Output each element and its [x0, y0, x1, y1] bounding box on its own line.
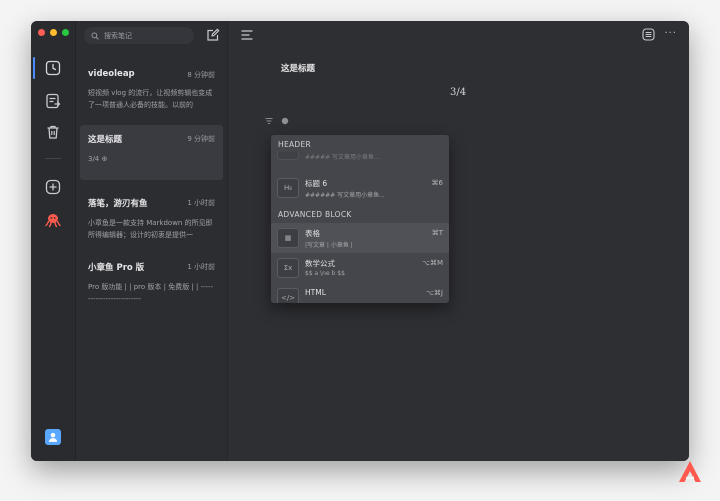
search-placeholder: 搜索笔记	[104, 31, 132, 40]
compose-icon[interactable]	[206, 28, 220, 42]
note-item-selected[interactable]: 这是标题 9 分钟前 3/4 ⊕	[80, 125, 223, 180]
heading-6-icon: H₆	[277, 178, 299, 198]
note-time: 9 分钟前	[187, 135, 215, 143]
note-preview: 小章鱼是一款支持 Markdown 的所见即所得编辑器；设计的初衷是提供一	[88, 219, 213, 239]
menu-item-desc: ###### 写文章用小章鱼...	[305, 192, 385, 199]
export-notes-button[interactable]	[43, 91, 63, 111]
trash-button[interactable]	[43, 122, 63, 142]
menu-item-shortcut: ⌘6	[431, 179, 443, 187]
close-window-button[interactable]	[38, 29, 45, 36]
block-insert-menu: HEADER H₅ 标题 5 ##### 写文章用小章鱼... ⌘5 H₆ 标题…	[271, 135, 449, 303]
menu-item-label: 标题 6	[305, 179, 328, 188]
menu-item-table[interactable]: ▦ 表格 |写文章 | 小章鱼 | ⌘T	[271, 223, 449, 253]
menu-item-math[interactable]: Σx 数学公式 $$ a \ne b $$ ⌥⌘M	[271, 253, 449, 283]
outline-icon[interactable]	[642, 28, 655, 41]
note-item[interactable]: 落笔，游刃有鱼 1 小时前 小章鱼是一款支持 Markdown 的所见即所得编辑…	[80, 189, 223, 247]
note-list-panel: 搜索笔记 videoleap 8 分钟前 短视频 vlog 的流行，让视频剪辑也…	[76, 21, 228, 461]
document-title[interactable]: 这是标题	[281, 62, 315, 74]
search-input[interactable]: 搜索笔记	[84, 27, 194, 44]
menu-item-heading-6[interactable]: H₆ 标题 6 ###### 写文章用小章鱼... ⌘6	[271, 173, 449, 203]
code-icon: </>	[277, 288, 299, 303]
search-icon	[91, 32, 99, 40]
block-cursor-tools	[265, 117, 289, 125]
menu-item-desc: |写文章 | 小章鱼 |	[305, 242, 353, 249]
sigma-icon: Σx	[277, 258, 299, 278]
recent-notes-button[interactable]	[43, 58, 63, 78]
add-circle-icon[interactable]	[281, 117, 289, 125]
note-item[interactable]: 小章鱼 Pro 版 1 小时前 Pro 版功能 | | pro 版本 | 免费版…	[80, 253, 223, 311]
note-preview: 3/4 ⊕	[88, 155, 108, 163]
menu-item-shortcut: ⌘T	[431, 229, 443, 237]
note-preview: Pro 版功能 | | pro 版本 | 免费版 | | -----------…	[88, 283, 214, 303]
menu-item-label: 表格	[305, 229, 320, 238]
note-time: 1 小时前	[187, 199, 215, 207]
note-export-icon	[46, 93, 61, 109]
clock-icon	[45, 60, 61, 76]
editor-panel: ··· 这是标题 3/4 HEADER H₅ 标题 5 ##### 写文章用小章…	[229, 21, 689, 461]
rail-divider	[45, 158, 61, 159]
icon-rail	[31, 21, 76, 461]
math-formula[interactable]: 3/4	[450, 87, 466, 98]
note-time: 1 小时前	[187, 263, 215, 271]
app-window: 搜索笔记 videoleap 8 分钟前 短视频 vlog 的流行，让视频剪辑也…	[31, 21, 689, 461]
note-item[interactable]: videoleap 8 分钟前 短视频 vlog 的流行，让视频剪辑也变成了一项…	[80, 61, 223, 113]
user-icon	[48, 432, 58, 442]
window-controls	[38, 29, 69, 36]
trash-icon	[47, 125, 59, 139]
menu-item-html[interactable]: </> HTML ⌥⌘J	[271, 283, 449, 303]
filter-icon[interactable]	[265, 117, 273, 125]
menu-item-label: 数学公式	[305, 259, 335, 268]
section-header-label: HEADER	[278, 140, 312, 149]
section-advanced-label: ADVANCED BLOCK	[278, 210, 352, 219]
plus-square-icon	[45, 179, 61, 195]
zoom-window-button[interactable]	[62, 29, 69, 36]
user-avatar[interactable]	[45, 429, 61, 445]
menu-icon[interactable]	[241, 29, 253, 41]
note-time: 8 分钟前	[187, 71, 215, 79]
menu-item-desc: $$ a \ne b $$	[305, 270, 345, 277]
menu-item-shortcut: ⌥⌘J	[425, 289, 443, 297]
octopus-button[interactable]	[43, 210, 63, 230]
add-button[interactable]	[43, 177, 63, 197]
rail-active-indicator	[33, 57, 35, 79]
menu-item-desc: ##### 写文章用小章鱼...	[305, 154, 380, 161]
octopus-icon	[45, 214, 61, 228]
note-preview: 短视频 vlog 的流行，让视频剪辑也变成了一项普通人必备的技能。以前的	[88, 89, 213, 109]
brand-logo	[679, 461, 701, 482]
menu-item-shortcut: ⌘5	[431, 143, 443, 151]
menu-item-label: HTML	[305, 288, 326, 297]
more-options-button[interactable]: ···	[664, 28, 677, 39]
table-icon: ▦	[277, 228, 299, 248]
menu-item-shortcut: ⌥⌘M	[421, 259, 443, 267]
minimize-window-button[interactable]	[50, 29, 57, 36]
